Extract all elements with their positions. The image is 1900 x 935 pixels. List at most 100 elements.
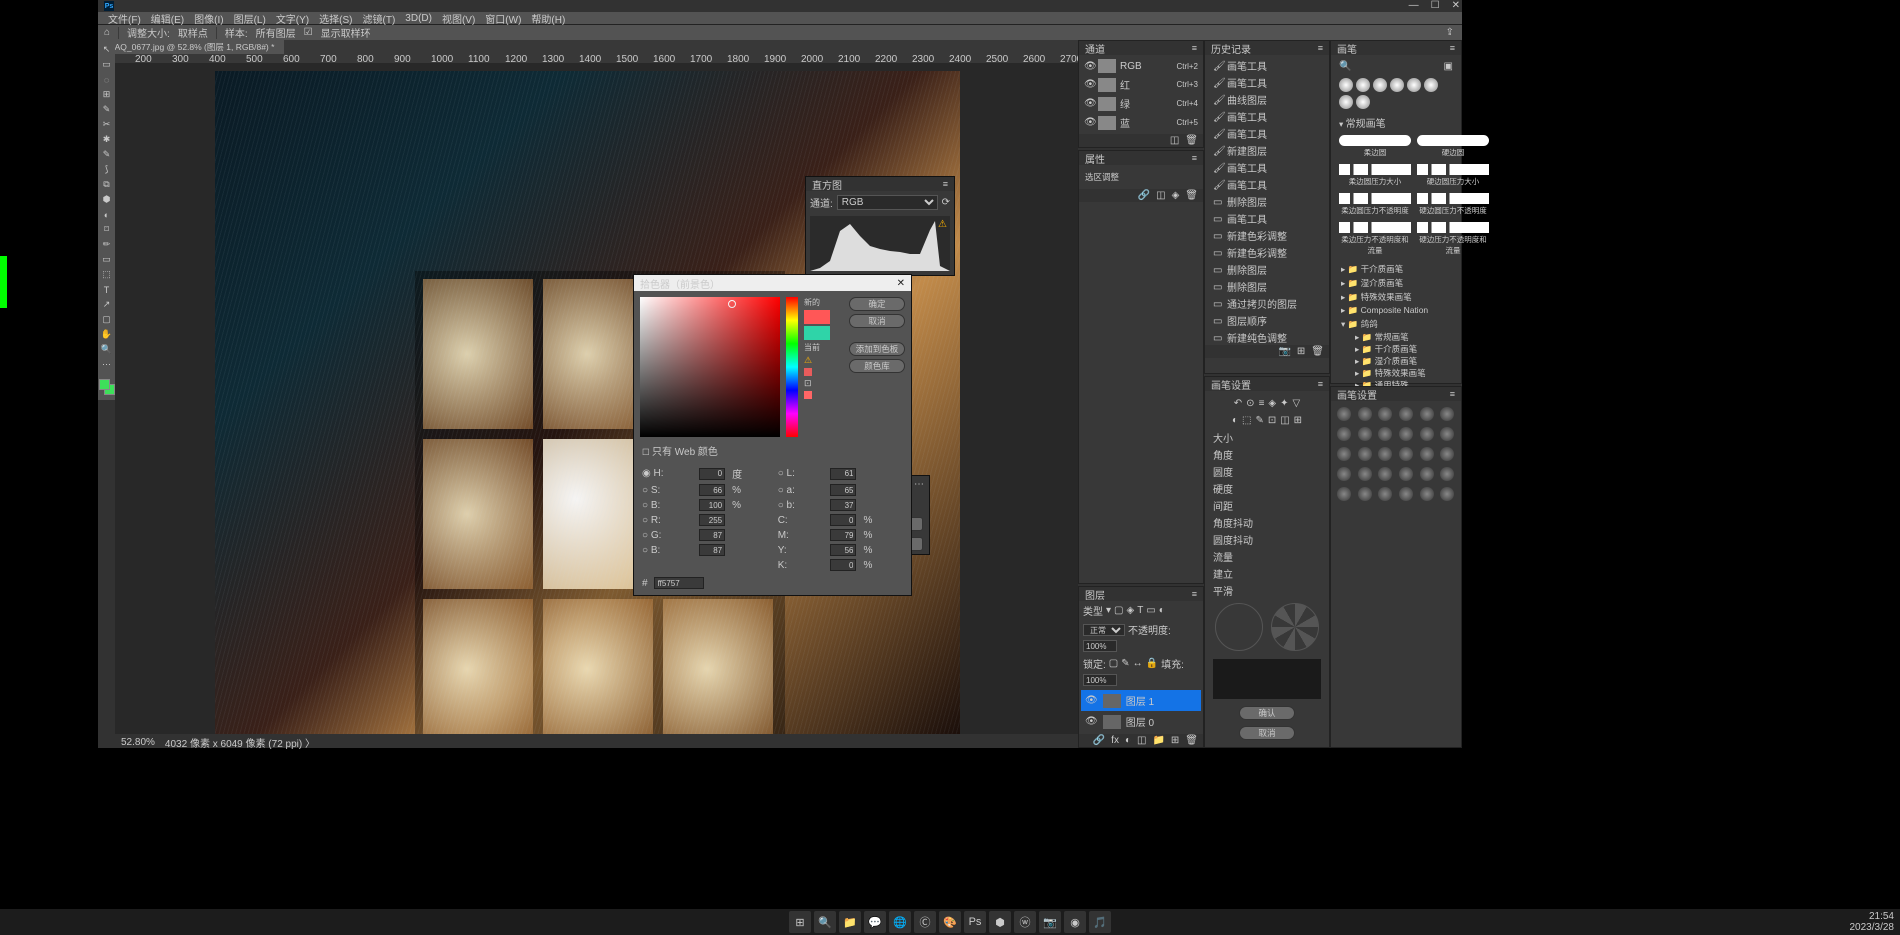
- brush-preset[interactable]: [1390, 78, 1404, 92]
- brush-stroke[interactable]: 柔边压力不透明度和流量: [1339, 222, 1411, 256]
- brush-param[interactable]: 间距: [1209, 497, 1325, 514]
- history-step[interactable]: ▭删除图层: [1207, 261, 1327, 278]
- refresh-icon[interactable]: ⟳: [942, 197, 950, 208]
- windows-taskbar[interactable]: ⊞🔍📁💬🌐Ⓒ🎨Ps⬢ⓦ📷◉🎵 21:54 2023/3/28: [0, 909, 1900, 935]
- history-step[interactable]: ▭新建色彩调整: [1207, 244, 1327, 261]
- brush-subfolder[interactable]: ▸ 📁 湿介质画笔: [1341, 355, 1451, 367]
- brush-stroke[interactable]: 柔边圆压力不透明度: [1339, 193, 1411, 216]
- brush-tip[interactable]: [1399, 467, 1413, 481]
- maximize-button[interactable]: ☐: [1431, 0, 1440, 11]
- document-tab[interactable]: QAQ_0677.jpg @ 52.8% (图层 1, RGB/8#) *: [98, 39, 284, 55]
- history-step[interactable]: 🖌画笔工具: [1207, 74, 1327, 91]
- gamut-warning-icon[interactable]: ⚠: [804, 355, 830, 366]
- taskbar-app-6[interactable]: 🎨: [939, 911, 961, 933]
- channel-row[interactable]: 👁蓝Ctrl+5: [1081, 113, 1201, 132]
- taskbar-app-3[interactable]: 💬: [864, 911, 886, 933]
- hex-input[interactable]: [654, 577, 704, 589]
- panel-menu-icon[interactable]: ≡: [1450, 389, 1455, 399]
- brush-param[interactable]: 角度抖动: [1209, 514, 1325, 531]
- color-lib-button[interactable]: 颜色库: [849, 359, 905, 373]
- y-input[interactable]: [830, 544, 856, 556]
- brush-tip[interactable]: [1420, 487, 1434, 501]
- histogram-panel[interactable]: 直方图≡ 通道: RGB ⟳ ⚠: [805, 176, 955, 276]
- visibility-icon[interactable]: 👁: [1084, 61, 1094, 72]
- brush-param[interactable]: 圆度抖动: [1209, 531, 1325, 548]
- history-step[interactable]: 🖌画笔工具: [1207, 125, 1327, 142]
- brush-stroke[interactable]: 硬边圆压力不透明度: [1417, 193, 1489, 216]
- tool-7[interactable]: ✎: [100, 148, 113, 161]
- preset-group[interactable]: 常规画笔: [1346, 119, 1386, 130]
- brush-preset[interactable]: [1373, 78, 1387, 92]
- taskbar-app-11[interactable]: ◉: [1064, 911, 1086, 933]
- tool-10[interactable]: ⬢: [100, 193, 113, 206]
- visibility-icon[interactable]: 👁: [1084, 98, 1094, 109]
- l-input[interactable]: [830, 468, 856, 480]
- taskbar-app-10[interactable]: 📷: [1039, 911, 1061, 933]
- brush-tip[interactable]: [1420, 407, 1434, 421]
- history-step[interactable]: ▭新建色彩调整: [1207, 227, 1327, 244]
- r-input[interactable]: [699, 514, 725, 526]
- tool-6[interactable]: ✱: [100, 133, 113, 146]
- brush-tip[interactable]: [1440, 427, 1454, 441]
- taskbar-app-0[interactable]: ⊞: [789, 911, 811, 933]
- bv-input[interactable]: [699, 499, 725, 511]
- minimize-button[interactable]: —: [1409, 0, 1419, 11]
- color-field[interactable]: [640, 297, 780, 437]
- visibility-icon[interactable]: 👁: [1085, 716, 1098, 727]
- tool-14[interactable]: ▭: [100, 253, 113, 266]
- history-step[interactable]: 🖌画笔工具: [1207, 57, 1327, 74]
- menu-layer[interactable]: 图层(L): [234, 11, 266, 26]
- brush-stroke[interactable]: 柔边圆压力大小: [1339, 164, 1411, 187]
- tool-15[interactable]: ⬚: [100, 268, 113, 281]
- menubar[interactable]: 文件(F) 编辑(E) 图像(I) 图层(L) 文字(Y) 选择(S) 滤镜(T…: [98, 12, 1462, 24]
- menu-view[interactable]: 视图(V): [442, 11, 475, 26]
- history-step[interactable]: ▭图层顺序: [1207, 312, 1327, 329]
- visibility-icon[interactable]: 👁: [1085, 695, 1098, 706]
- visibility-icon[interactable]: 👁: [1084, 117, 1094, 128]
- tool-13[interactable]: ✏: [100, 238, 113, 251]
- brush-folder[interactable]: 📁 湿介质画笔: [1341, 276, 1451, 290]
- c-input[interactable]: [830, 514, 856, 526]
- brush-tip[interactable]: [1420, 427, 1434, 441]
- tool-16[interactable]: T: [100, 283, 113, 296]
- brush-tip[interactable]: [1358, 447, 1372, 461]
- g-input[interactable]: [699, 529, 725, 541]
- taskbar-app-7[interactable]: Ps: [964, 911, 986, 933]
- panel-menu-icon[interactable]: ≡: [943, 179, 948, 189]
- brush-tip[interactable]: [1358, 487, 1372, 501]
- tool-8[interactable]: ⟆: [100, 163, 113, 176]
- brush-subfolder[interactable]: ▸ 📁 特殊效果画笔: [1341, 367, 1451, 379]
- a-input[interactable]: [830, 484, 856, 496]
- hue-slider[interactable]: [786, 297, 798, 437]
- tool-2[interactable]: ◌: [100, 73, 113, 86]
- history-step[interactable]: 🖌新建图层: [1207, 142, 1327, 159]
- link-icon[interactable]: 🔗: [1138, 190, 1150, 201]
- tool-21[interactable]: ⋯: [100, 358, 113, 371]
- brush-tip[interactable]: [1378, 467, 1392, 481]
- gamut-swatch[interactable]: [804, 368, 812, 376]
- s-input[interactable]: [699, 484, 725, 496]
- brush-preset[interactable]: [1356, 78, 1370, 92]
- brush-param[interactable]: 大小: [1209, 429, 1325, 446]
- blend-mode-select[interactable]: 正常: [1083, 624, 1125, 636]
- tool-1[interactable]: ▭: [100, 58, 113, 71]
- tool-12[interactable]: ⌑: [100, 223, 113, 236]
- delete-icon[interactable]: 🗑: [1185, 135, 1198, 146]
- panel-menu-icon[interactable]: ≡: [1450, 43, 1455, 53]
- history-step[interactable]: 🖌画笔工具: [1207, 176, 1327, 193]
- taskbar-app-4[interactable]: 🌐: [889, 911, 911, 933]
- history-step[interactable]: ▭通过拷贝的图层: [1207, 295, 1327, 312]
- tool-3[interactable]: ⊞: [100, 88, 113, 101]
- brush-tip[interactable]: [1337, 447, 1351, 461]
- share-icon[interactable]: ⇪: [1446, 27, 1454, 38]
- brush-preset[interactable]: [1339, 78, 1353, 92]
- taskbar-app-2[interactable]: 📁: [839, 911, 861, 933]
- brush-tip[interactable]: [1358, 407, 1372, 421]
- search-icon[interactable]: 🔍: [1339, 61, 1351, 72]
- brush-preset[interactable]: [1424, 78, 1438, 92]
- tool-17[interactable]: ↗: [100, 298, 113, 311]
- brush-tip[interactable]: [1399, 447, 1413, 461]
- opt-val2[interactable]: 所有图层: [256, 25, 296, 40]
- filter-icon[interactable]: ▾: [1106, 605, 1111, 616]
- b-input[interactable]: [830, 499, 856, 511]
